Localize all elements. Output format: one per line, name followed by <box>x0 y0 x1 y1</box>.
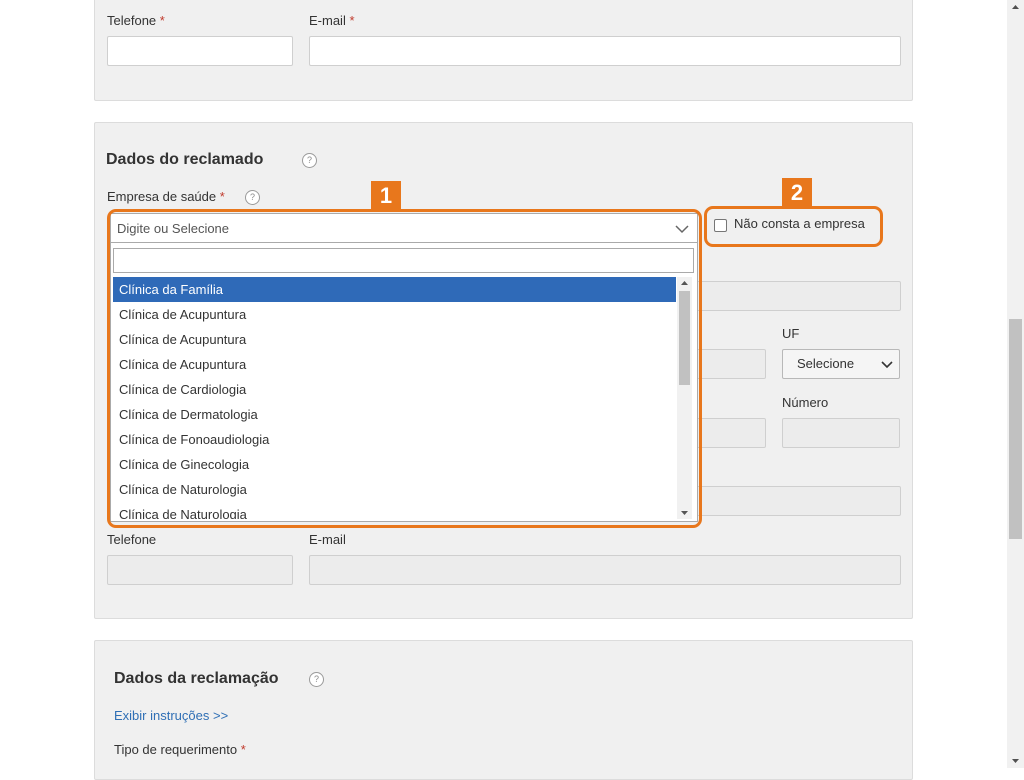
reclamacao-title: Dados da reclamação <box>114 670 279 687</box>
reclamado-telefone-label: Telefone <box>107 532 157 547</box>
email-label: E-mail * <box>309 13 355 28</box>
telefone-input[interactable] <box>107 36 293 66</box>
numero-input <box>782 418 900 448</box>
annotation-highlight-2 <box>704 206 883 247</box>
uf-select[interactable]: Selecione <box>782 349 900 379</box>
reclamacao-help-icon[interactable]: ? <box>309 672 324 687</box>
tipo-requerimento-label: Tipo de requerimento * <box>114 742 246 757</box>
page-scrollbar-thumb[interactable] <box>1009 319 1022 539</box>
empresa-label: Empresa de saúde * <box>107 189 225 204</box>
telefone-label: Telefone * <box>107 13 165 28</box>
uf-label: UF <box>782 326 800 341</box>
chevron-down-icon <box>881 361 893 369</box>
exibir-instrucoes-link[interactable]: Exibir instruções >> <box>114 708 228 723</box>
annotation-badge-2: 2 <box>782 178 812 208</box>
reclamado-title: Dados do reclamado <box>106 151 264 168</box>
address-input <box>690 281 901 311</box>
uf-select-value: Selecione <box>797 356 855 371</box>
scroll-up-icon[interactable] <box>1007 0 1024 14</box>
reclamado-email-label: E-mail <box>309 532 346 547</box>
annotation-highlight-1 <box>107 209 702 528</box>
empresa-help-icon[interactable]: ? <box>245 190 260 205</box>
reclamado-help-icon[interactable]: ? <box>302 153 317 168</box>
scroll-down-icon[interactable] <box>1007 754 1024 768</box>
page-scrollbar[interactable] <box>1007 0 1024 768</box>
email-input[interactable] <box>309 36 901 66</box>
reclamado-email-input <box>309 555 901 585</box>
annotation-badge-1: 1 <box>371 181 401 211</box>
complemento-input <box>690 486 901 516</box>
numero-label: Número <box>782 395 829 410</box>
reclamado-telefone-input <box>107 555 293 585</box>
